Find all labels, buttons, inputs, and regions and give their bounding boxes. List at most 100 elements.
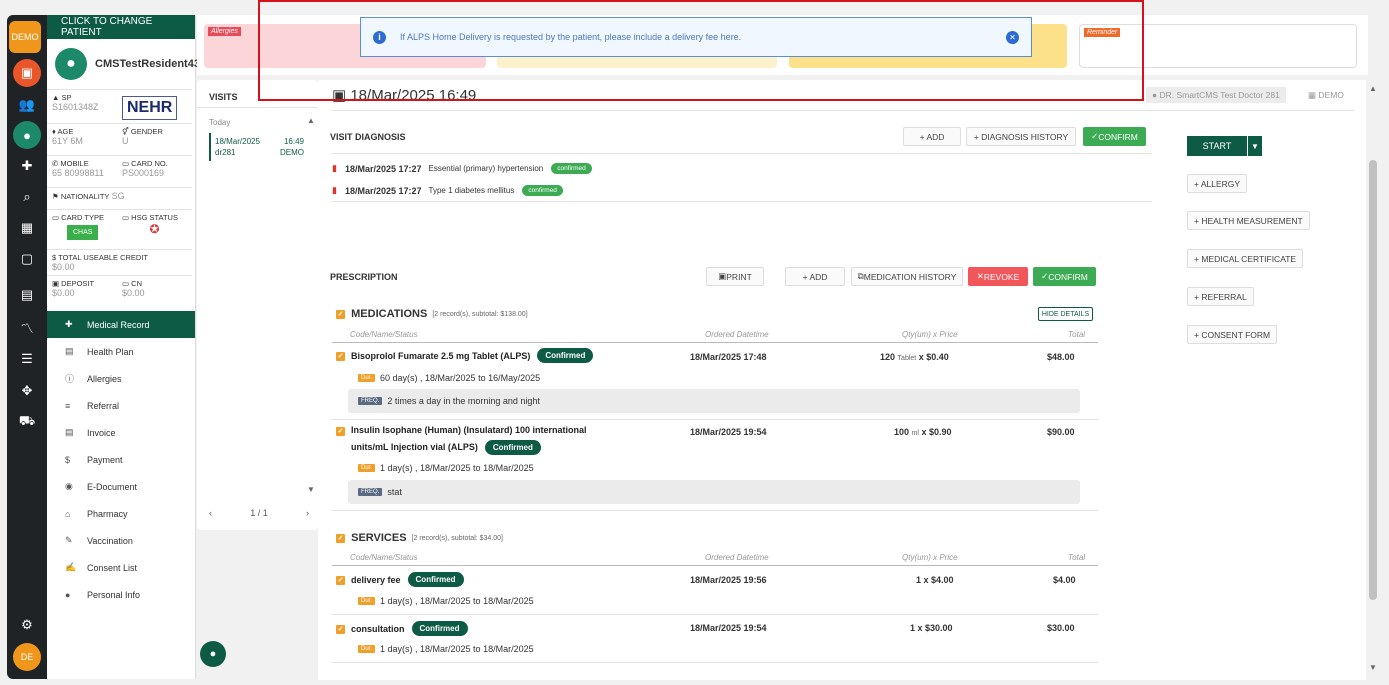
- printer-icon: ▣: [718, 271, 727, 281]
- nehr-logo[interactable]: NEHR: [122, 96, 178, 120]
- status-badge: Confirmed: [537, 348, 594, 363]
- services-header: ✓ SERVICES [2 record(s), subtotal: $34.00…: [336, 532, 503, 544]
- medication-row-name: ✓ Bisoprolol Fumarate 2.5 mg Tablet (ALPS…: [336, 348, 594, 365]
- patient-avatar-icon: ●: [55, 48, 87, 80]
- confirm-prescription-button[interactable]: ✓ CONFIRM: [1033, 267, 1096, 286]
- checkbox[interactable]: ✓: [336, 427, 345, 436]
- menu-item-consent-list[interactable]: ✍ Consent List: [47, 554, 195, 581]
- checkbox[interactable]: ✓: [336, 576, 345, 585]
- freq-tag: FREQ.: [358, 488, 383, 496]
- scroll-down-icon[interactable]: ▼: [307, 485, 315, 494]
- add-health-measurement-button[interactable]: + HEALTH MEASUREMENT: [1187, 211, 1310, 230]
- col-total: Total: [1068, 330, 1086, 339]
- calendar-icon[interactable]: ▢: [13, 245, 41, 273]
- truck-icon[interactable]: ⛟: [13, 408, 41, 436]
- doctor-icon: ●: [1152, 90, 1160, 100]
- menu-item-medical-record[interactable]: ✚ Medical Record: [47, 311, 195, 338]
- add-consent-form-button[interactable]: + CONSENT FORM: [1187, 325, 1278, 344]
- building-icon: ▦: [1308, 90, 1319, 100]
- qty-price: 100 ml x $0.90: [894, 427, 952, 437]
- menu-item-payment[interactable]: $ Payment: [47, 446, 195, 473]
- checkbox[interactable]: ✓: [336, 533, 345, 543]
- frequency: FREQ. stat: [348, 480, 1080, 504]
- reminder-alert[interactable]: Reminder: [1079, 24, 1357, 68]
- scroll-up-icon[interactable]: ▲: [1369, 84, 1377, 93]
- main-scrollbar[interactable]: ▲ ▼: [1366, 80, 1380, 680]
- add-referral-button[interactable]: + REFERRAL: [1187, 287, 1254, 306]
- grid-icon[interactable]: ▦: [13, 214, 41, 242]
- checkbox[interactable]: ✓: [336, 352, 345, 361]
- trash-icon[interactable]: ▮: [332, 185, 337, 196]
- add-icon[interactable]: ✚: [13, 152, 41, 180]
- trash-icon[interactable]: ▮: [332, 163, 337, 174]
- credit-cell: $ TOTAL USEABLE CREDIT $0.00: [47, 249, 192, 275]
- checkbox[interactable]: ✓: [336, 309, 345, 319]
- visits-pager: ‹ 1 / 1 ›: [209, 508, 309, 518]
- demo-logo[interactable]: DEMO: [9, 21, 41, 53]
- visits-today-label: Today: [209, 118, 231, 127]
- line-total: $90.00: [1047, 427, 1075, 437]
- ordered-datetime: 18/Mar/2025 19:54: [690, 427, 767, 437]
- ordered-datetime: 18/Mar/2025 19:54: [690, 623, 767, 633]
- nehr-cell[interactable]: NEHR: [117, 89, 192, 123]
- prescription-header: PRESCRIPTION: [330, 272, 398, 282]
- start-dropdown-icon[interactable]: ▼: [1248, 136, 1262, 156]
- menu-item-pharmacy[interactable]: ⌂ Pharmacy: [47, 500, 195, 527]
- visit-item[interactable]: 18/Mar/2025 16:49 dr281 DEMO: [209, 133, 308, 161]
- dashboard-icon[interactable]: ▣: [13, 59, 41, 87]
- menu-item-invoice[interactable]: ▤ Invoice: [47, 419, 195, 446]
- patients-icon[interactable]: 👥: [13, 91, 41, 119]
- diagnosis-row: ▮ 18/Mar/2025 17:27 Type 1 diabetes mellit…: [332, 185, 563, 196]
- gear-icon[interactable]: ⚙: [13, 611, 41, 639]
- add-medical-certificate-button[interactable]: + MEDICAL CERTIFICATE: [1187, 249, 1304, 268]
- hide-details-button[interactable]: HIDE DETAILS: [1038, 307, 1093, 321]
- medication-history-button[interactable]: ⧉ MEDICATION HISTORY: [851, 267, 963, 286]
- service-row-name: ✓ delivery fee Confirmed: [336, 572, 464, 589]
- page-indicator: 1 / 1: [250, 508, 268, 518]
- patient-menu: ✚ Medical Record ▤ Health Plan ⓘ Allergies …: [47, 311, 195, 608]
- duration: Dur. 1 day(s) , 18/Mar/2025 to 18/Mar/202…: [358, 644, 534, 654]
- e-document-icon: ◉: [65, 481, 73, 491]
- menu-item-health-plan[interactable]: ▤ Health Plan: [47, 338, 195, 365]
- print-button[interactable]: ▣ PRINT: [706, 267, 764, 286]
- list-icon[interactable]: ☰: [13, 345, 41, 373]
- menu-item-referral[interactable]: ≡ Referral: [47, 392, 195, 419]
- revoke-button[interactable]: ✕ REVOKE: [968, 267, 1028, 286]
- menu-item-e-document[interactable]: ◉ E-Document: [47, 473, 195, 500]
- patient-icon[interactable]: ●: [13, 121, 41, 149]
- menu-item-allergies[interactable]: ⓘ Allergies: [47, 365, 195, 392]
- ordered-datetime: 18/Mar/2025 17:48: [690, 352, 767, 362]
- next-page-icon[interactable]: ›: [306, 508, 309, 518]
- scroll-down-icon[interactable]: ▼: [1369, 663, 1377, 672]
- x-icon: ✕: [976, 271, 984, 281]
- close-icon[interactable]: ✕: [1006, 31, 1019, 44]
- start-button[interactable]: START: [1187, 136, 1247, 156]
- change-patient-button[interactable]: CLICK TO CHANGE PATIENT: [47, 15, 195, 39]
- move-icon[interactable]: ✥: [13, 377, 41, 405]
- check-icon: ✓: [1091, 131, 1099, 141]
- user-avatar[interactable]: DE: [13, 643, 41, 671]
- health-plan-icon: ▤: [65, 346, 74, 356]
- add-allergy-button[interactable]: + ALLERGY: [1187, 174, 1248, 193]
- menu-item-vaccination[interactable]: ✎ Vaccination: [47, 527, 195, 554]
- diagnosis-history-button[interactable]: + DIAGNOSIS HISTORY: [966, 127, 1076, 146]
- chart-icon[interactable]: 〽: [13, 313, 41, 341]
- col-qty: Qty(um) x Price: [902, 330, 958, 339]
- menu-item-personal-info[interactable]: ● Personal Info: [47, 581, 195, 608]
- scroll-up-icon[interactable]: ▲: [307, 116, 315, 125]
- patient-fab-button[interactable]: ●: [200, 641, 226, 667]
- duration: Dur. 1 day(s) , 18/Mar/2025 to 18/Mar/202…: [358, 463, 534, 473]
- sp-cell: ▲ SP S1601348Z: [47, 89, 117, 123]
- col-ordered: Ordered Datetime: [705, 330, 769, 339]
- store-icon[interactable]: ▤: [13, 281, 41, 309]
- add-diagnosis-button[interactable]: + ADD: [903, 127, 961, 146]
- confirm-diagnosis-button[interactable]: ✓ CONFIRM: [1083, 127, 1146, 146]
- scroll-thumb[interactable]: [1369, 160, 1377, 600]
- chas-card-logo: CHAS: [67, 225, 99, 240]
- add-medication-button[interactable]: + ADD: [785, 267, 845, 286]
- search-icon[interactable]: ⌕: [13, 183, 41, 211]
- prev-page-icon[interactable]: ‹: [209, 508, 212, 518]
- medication-row-name: ✓ Insulin Isophane (Human) (Insulatard) …: [336, 422, 587, 456]
- checkbox[interactable]: ✓: [336, 625, 345, 634]
- left-rail: DEMO ▣ 👥 ● ✚ ⌕ ▦ ▢ ▤ 〽 ☰ ✥ ⛟ ⚙ DE: [7, 15, 47, 679]
